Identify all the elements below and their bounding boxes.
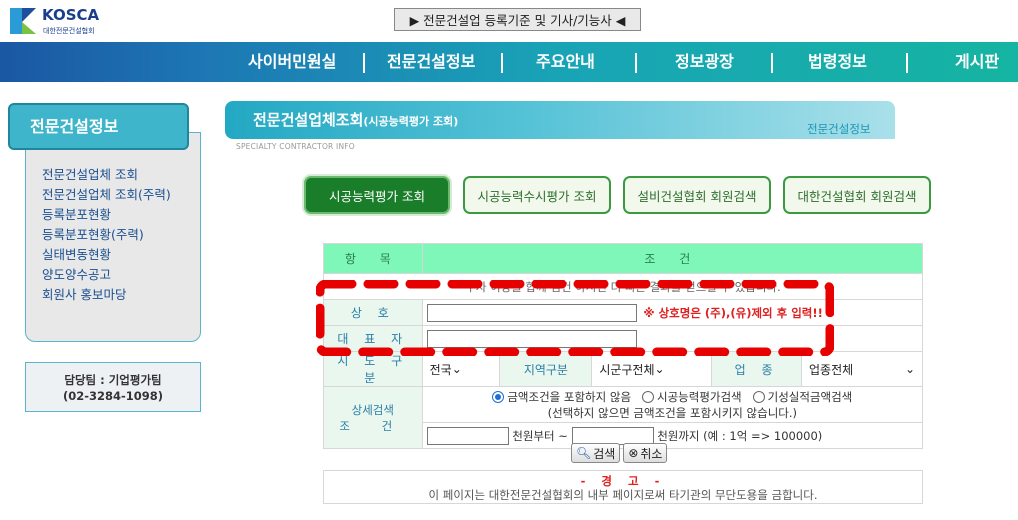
sidebar-item-registration-distribution[interactable]: 등록분포현황 (42, 205, 171, 225)
industry-select-value: 업종전체 (809, 362, 854, 377)
ceo-label: 대 표 자 (323, 325, 423, 352)
cancel-icon: ⊗ (628, 446, 639, 460)
amount-from-input[interactable] (426, 426, 509, 445)
radio-performance-search-label: 기성실적금액검색 (767, 389, 853, 404)
column-header-condition: 조 건 (421, 243, 924, 274)
sidebar-item-member-promotion[interactable]: 회원사 홍보마당 (42, 285, 171, 305)
nav-item-guide[interactable]: 주요안내 (536, 42, 595, 82)
radio-capability-search[interactable]: 시공능력평가검색 (642, 390, 742, 404)
page-english-title: SPECIALTY CONTRACTOR INFO (236, 142, 355, 151)
company-name-warning: ※ 상호명은 (주),(유)제외 후 입력!! (643, 305, 823, 320)
nav-separator (501, 53, 503, 73)
tab-construction-association-search[interactable]: 대한건설협회 회원검색 (783, 176, 931, 214)
warning-message: 이 페이지는 대한전문건설협회의 내부 페이지로써 타기관의 무단도용을 금합니… (428, 488, 818, 502)
kosca-logo[interactable]: KOSCA 대한전문건설협회 (6, 2, 106, 40)
nav-separator (906, 53, 908, 73)
company-name-input[interactable] (426, 303, 637, 322)
sidebar-menu: 전문건설업체 조회 전문건설업체 조회(주력) 등록분포현황 등록분포현황(주력… (42, 165, 171, 305)
nav-item-info-plaza[interactable]: 정보광장 (675, 42, 734, 82)
radio-capability-search-label: 시공능력평가검색 (657, 389, 742, 404)
amount-to-label: 천원까지 (예 : 1억 => 100000) (657, 428, 823, 443)
chevron-down-icon: ⌄ (654, 362, 665, 376)
radio-no-amount-label: 금액조건을 포함하지 않음 (507, 389, 632, 404)
nav-separator (635, 53, 637, 73)
sidebar-item-company-search[interactable]: 전문건설업체 조회 (42, 165, 171, 185)
detail-search-label-2: 조 건 (339, 418, 407, 433)
cancel-button[interactable]: ⊗ 취소 (623, 443, 668, 463)
detail-search-label-1: 상세검색 (351, 402, 394, 417)
area-select-value: 시군구전체 (599, 362, 655, 377)
page-title-suffix: (시공능력평가 조회) (363, 115, 459, 128)
industry-label: 업 종 (711, 351, 802, 387)
warning-notice: - 경 고 - 이 페이지는 대한전문건설협회의 내부 페이지로써 타기관의 무… (323, 470, 923, 504)
chevron-down-icon: ⌄ (451, 362, 462, 376)
main-nav: 사이버민원실 전문건설정보 주요안내 정보광장 법령정보 게시판 (0, 42, 1018, 82)
radio-performance-search[interactable]: 기성실적금액검색 (752, 389, 853, 404)
search-icon: 🔍︎ (576, 446, 592, 460)
radio-button-icon (752, 390, 765, 403)
page-header: 전문건설업체조회(시공능력평가 조회) (225, 101, 895, 139)
search-button[interactable]: 🔍︎ 검색 (571, 443, 621, 463)
nav-separator (771, 53, 773, 73)
amount-from-label: 천원부터 ~ (512, 428, 568, 443)
kosca-logo-mark-icon (10, 8, 36, 34)
detail-search-label: 상세검색 조 건 (323, 386, 423, 449)
tab-equipment-association-search[interactable]: 설비건설협회 회원검색 (623, 176, 771, 214)
search-tip: 두자 이상을 합께 검건 하시면 더 빠른 결과를 얻으실 수 있습니다. (323, 273, 923, 300)
column-header-item: 항 목 (323, 243, 423, 274)
nav-separator (363, 53, 365, 73)
ceo-input[interactable] (426, 329, 637, 348)
form-buttons: 🔍︎ 검색 ⊗ 취소 (571, 443, 668, 463)
nav-item-specialty-info[interactable]: 전문건설정보 (387, 42, 475, 82)
contact-team: 담당팀 : 기업평가팀 (64, 373, 162, 387)
region-select[interactable]: 전국 ⌄ (427, 359, 465, 379)
sidebar-item-transfer-notice[interactable]: 양도양수공고 (42, 265, 171, 285)
cancel-button-label: 취소 (640, 446, 663, 461)
tab-adhoc-evaluation[interactable]: 시공능력수시평가 조회 (463, 176, 611, 214)
company-name-label: 상 호 (323, 299, 423, 326)
area-select[interactable]: 시군구전체 ⌄ (596, 359, 667, 379)
chevron-down-icon: ⌄ (904, 362, 915, 376)
sidebar-item-company-search-main[interactable]: 전문건설업체 조회(주력) (42, 185, 171, 205)
industry-select[interactable]: 업종전체 ⌄ (806, 359, 918, 379)
page-breadcrumb: 전문건설정보 (807, 122, 871, 136)
sidebar-item-registration-distribution-main[interactable]: 등록분포현황(주력) (42, 225, 171, 245)
radio-button-icon (642, 390, 654, 403)
amount-to-input[interactable] (571, 426, 654, 445)
sidebar-item-status-change[interactable]: 실태변동현황 (42, 245, 171, 265)
registration-standard-button[interactable]: ▶ 전문건설업 등록기준 및 기사/기능사 ◀ (394, 8, 641, 31)
region-select-value: 전국 (429, 362, 452, 377)
nav-item-cyber-service[interactable]: 사이버민원실 (248, 42, 336, 82)
logo-name: KOSCA (42, 6, 100, 24)
area-label: 지역구분 (499, 351, 593, 387)
page-title-main: 전문건설업체조회 (253, 111, 364, 129)
search-button-label: 검색 (593, 446, 616, 461)
region-label: 시 도 구 분 (323, 351, 423, 387)
contact-phone: (02-3284-1098) (62, 389, 164, 403)
warning-title: - 경 고 - (580, 474, 666, 488)
tab-capability-evaluation[interactable]: 시공능력평가 조회 (304, 176, 450, 214)
nav-item-board[interactable]: 게시판 (955, 42, 999, 82)
logo-subtitle: 대한전문건설협회 (43, 27, 95, 35)
sidebar-title: 전문건설정보 (8, 103, 189, 150)
radio-note: (선택하지 않으면 금액조건을 포함시키지 않습니다.) (547, 405, 798, 420)
nav-item-law-info[interactable]: 법령정보 (808, 42, 867, 82)
radio-no-amount[interactable]: 금액조건을 포함하지 않음 (492, 390, 631, 404)
contact-box: 담당팀 : 기업평가팀 (02-3284-1098) (25, 362, 201, 412)
page-title: 전문건설업체조회(시공능력평가 조회) (253, 109, 458, 130)
radio-button-selected-icon (492, 390, 505, 403)
search-form-table: 항 목 조 건 두자 이상을 합께 검건 하시면 더 빠른 결과를 얻으실 수 … (323, 243, 924, 449)
